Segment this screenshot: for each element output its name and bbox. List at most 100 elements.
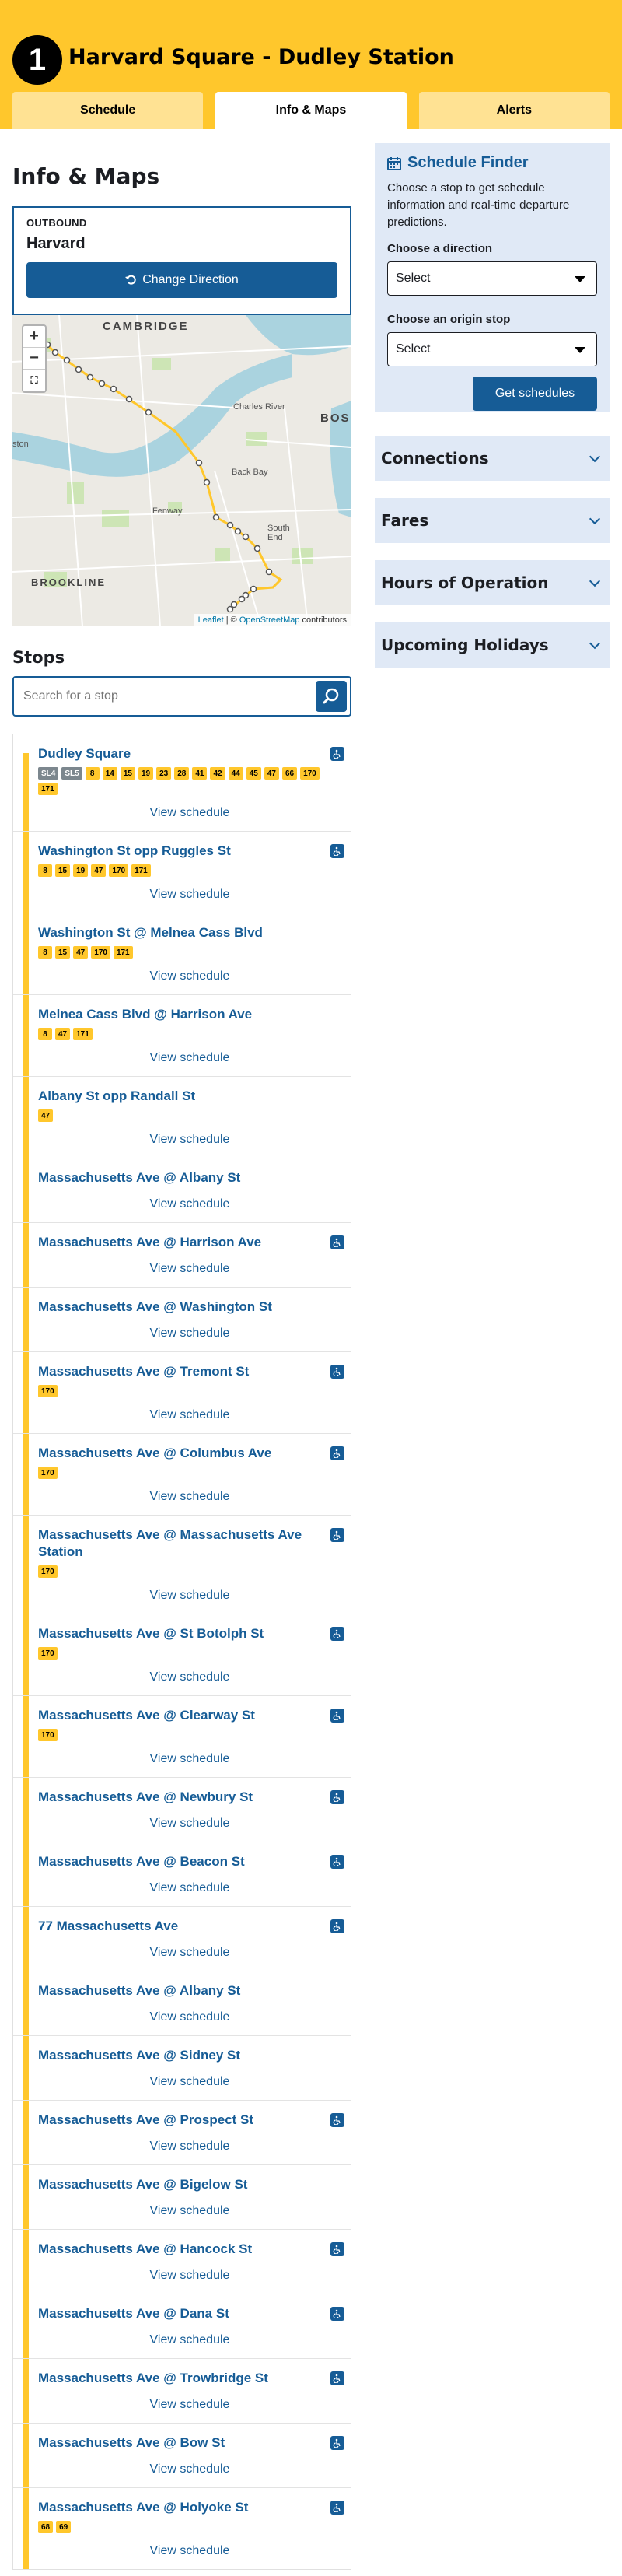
view-schedule-link[interactable]: View schedule xyxy=(38,1408,341,1425)
view-schedule-link[interactable]: View schedule xyxy=(38,806,341,823)
route-pill[interactable]: 19 xyxy=(138,767,154,780)
view-schedule-link[interactable]: View schedule xyxy=(38,2204,341,2221)
route-pill[interactable]: 8 xyxy=(38,864,52,877)
get-schedules-button[interactable]: Get schedules xyxy=(473,377,597,411)
route-pill[interactable]: 170 xyxy=(38,1467,58,1479)
route-pill[interactable]: 170 xyxy=(91,946,110,959)
route-pill[interactable]: 68 xyxy=(38,2521,54,2533)
direction-select[interactable]: Select xyxy=(387,261,597,296)
leaflet-link[interactable]: Leaflet xyxy=(198,615,224,625)
stop-name[interactable]: Albany St opp Randall St xyxy=(38,1088,341,1105)
accordion-holidays[interactable]: Upcoming Holidays xyxy=(375,622,610,668)
tab-alerts[interactable]: Alerts xyxy=(418,92,610,129)
route-pill[interactable]: 44 xyxy=(228,767,243,780)
route-pill[interactable]: 171 xyxy=(38,783,58,795)
view-schedule-link[interactable]: View schedule xyxy=(38,2544,341,2561)
view-schedule-link[interactable]: View schedule xyxy=(38,1490,341,1507)
route-pill[interactable]: 170 xyxy=(38,1647,58,1660)
accordion-connections[interactable]: Connections xyxy=(375,436,610,481)
route-pill[interactable]: 170 xyxy=(38,1385,58,1397)
route-pill[interactable]: 170 xyxy=(300,767,320,780)
stop-name[interactable]: Massachusetts Ave @ Columbus Ave xyxy=(38,1445,341,1462)
route-pill[interactable]: 47 xyxy=(91,864,107,877)
view-schedule-link[interactable]: View schedule xyxy=(38,1589,341,1606)
search-button[interactable] xyxy=(316,681,347,712)
stop-search-input[interactable] xyxy=(14,678,294,715)
stop-name[interactable]: Massachusetts Ave @ Albany St xyxy=(38,1169,341,1186)
route-pill[interactable]: 41 xyxy=(192,767,208,780)
view-schedule-link[interactable]: View schedule xyxy=(38,1051,341,1068)
route-pill[interactable]: 15 xyxy=(55,864,71,877)
view-schedule-link[interactable]: View schedule xyxy=(38,2075,341,2092)
change-direction-button[interactable]: Change Direction xyxy=(26,262,337,298)
stop-name[interactable]: Massachusetts Ave @ Newbury St xyxy=(38,1789,341,1806)
view-schedule-link[interactable]: View schedule xyxy=(38,2462,341,2480)
zoom-out-button[interactable]: − xyxy=(23,348,45,370)
route-pill[interactable]: 47 xyxy=(55,1028,71,1040)
route-pill[interactable]: 170 xyxy=(38,1565,58,1578)
route-pill[interactable]: 8 xyxy=(38,1028,52,1040)
stop-name[interactable]: Washington St opp Ruggles St xyxy=(38,843,341,860)
route-pill[interactable]: 47 xyxy=(38,1109,54,1122)
view-schedule-link[interactable]: View schedule xyxy=(38,2398,341,2415)
route-pill[interactable]: 45 xyxy=(246,767,261,780)
stop-name[interactable]: Massachusetts Ave @ Washington St xyxy=(38,1299,341,1316)
stop-name[interactable]: Massachusetts Ave @ St Botolph St xyxy=(38,1625,341,1642)
route-pill[interactable]: 69 xyxy=(56,2521,72,2533)
view-schedule-link[interactable]: View schedule xyxy=(38,2269,341,2286)
route-pill[interactable]: 170 xyxy=(38,1729,58,1741)
view-schedule-link[interactable]: View schedule xyxy=(38,2333,341,2350)
stop-name[interactable]: Massachusetts Ave @ Hancock St xyxy=(38,2241,341,2258)
stop-name[interactable]: 77 Massachusetts Ave xyxy=(38,1918,341,1935)
fullscreen-icon[interactable]: ⛶ xyxy=(23,370,45,391)
stop-name[interactable]: Washington St @ Melnea Cass Blvd xyxy=(38,924,341,941)
view-schedule-link[interactable]: View schedule xyxy=(38,1946,341,1963)
stop-name[interactable]: Massachusetts Ave @ Beacon St xyxy=(38,1853,341,1870)
route-pill[interactable]: 171 xyxy=(131,864,151,877)
view-schedule-link[interactable]: View schedule xyxy=(38,1752,341,1769)
stop-name[interactable]: Massachusetts Ave @ Holyoke St xyxy=(38,2499,341,2516)
stop-name[interactable]: Massachusetts Ave @ Bigelow St xyxy=(38,2176,341,2193)
accordion-fares[interactable]: Fares xyxy=(375,498,610,543)
zoom-in-button[interactable]: + xyxy=(23,326,45,348)
view-schedule-link[interactable]: View schedule xyxy=(38,1817,341,1834)
stop-name[interactable]: Massachusetts Ave @ Sidney St xyxy=(38,2047,341,2064)
route-pill[interactable]: 47 xyxy=(264,767,279,780)
view-schedule-link[interactable]: View schedule xyxy=(38,969,341,987)
route-pill[interactable]: 19 xyxy=(73,864,89,877)
stop-name[interactable]: Massachusetts Ave @ Albany St xyxy=(38,1982,341,1999)
stop-name[interactable]: Massachusetts Ave @ Massachusetts Ave St… xyxy=(38,1526,341,1561)
tab-info-maps[interactable]: Info & Maps xyxy=(215,92,407,129)
view-schedule-link[interactable]: View schedule xyxy=(38,1262,341,1279)
route-pill[interactable]: 8 xyxy=(38,946,52,959)
view-schedule-link[interactable]: View schedule xyxy=(38,1133,341,1150)
view-schedule-link[interactable]: View schedule xyxy=(38,2140,341,2157)
origin-select[interactable]: Select xyxy=(387,332,597,366)
stop-name[interactable]: Massachusetts Ave @ Prospect St xyxy=(38,2112,341,2129)
view-schedule-link[interactable]: View schedule xyxy=(38,888,341,905)
route-pill[interactable]: 42 xyxy=(210,767,225,780)
route-pill[interactable]: 171 xyxy=(113,946,133,959)
view-schedule-link[interactable]: View schedule xyxy=(38,1197,341,1214)
stop-name[interactable]: Massachusetts Ave @ Tremont St xyxy=(38,1363,341,1380)
route-pill[interactable]: 66 xyxy=(281,767,298,780)
view-schedule-link[interactable]: View schedule xyxy=(38,1881,341,1898)
stop-name[interactable]: Massachusetts Ave @ Harrison Ave xyxy=(38,1234,341,1251)
stop-name[interactable]: Massachusetts Ave @ Clearway St xyxy=(38,1707,341,1724)
stop-name[interactable]: Massachusetts Ave @ Bow St xyxy=(38,2434,341,2452)
stop-name[interactable]: Massachusetts Ave @ Trowbridge St xyxy=(38,2370,341,2387)
route-pill[interactable]: 28 xyxy=(174,767,190,780)
route-pill[interactable]: SL4 xyxy=(38,767,59,780)
view-schedule-link[interactable]: View schedule xyxy=(38,1670,341,1688)
route-pill[interactable]: SL5 xyxy=(61,767,82,780)
route-pill[interactable]: 8 xyxy=(85,767,100,780)
stop-name[interactable]: Dudley Square xyxy=(38,745,341,762)
route-pill[interactable]: 171 xyxy=(73,1028,93,1040)
route-map[interactable]: CAMBRIDGE BOS Charles River Back Bay Fen… xyxy=(12,315,351,626)
route-pill[interactable]: 15 xyxy=(120,767,135,780)
route-pill[interactable]: 170 xyxy=(109,864,129,877)
osm-link[interactable]: OpenStreetMap xyxy=(239,615,300,625)
view-schedule-link[interactable]: View schedule xyxy=(38,2010,341,2028)
view-schedule-link[interactable]: View schedule xyxy=(38,1327,341,1344)
tab-schedule[interactable]: Schedule xyxy=(12,92,204,129)
